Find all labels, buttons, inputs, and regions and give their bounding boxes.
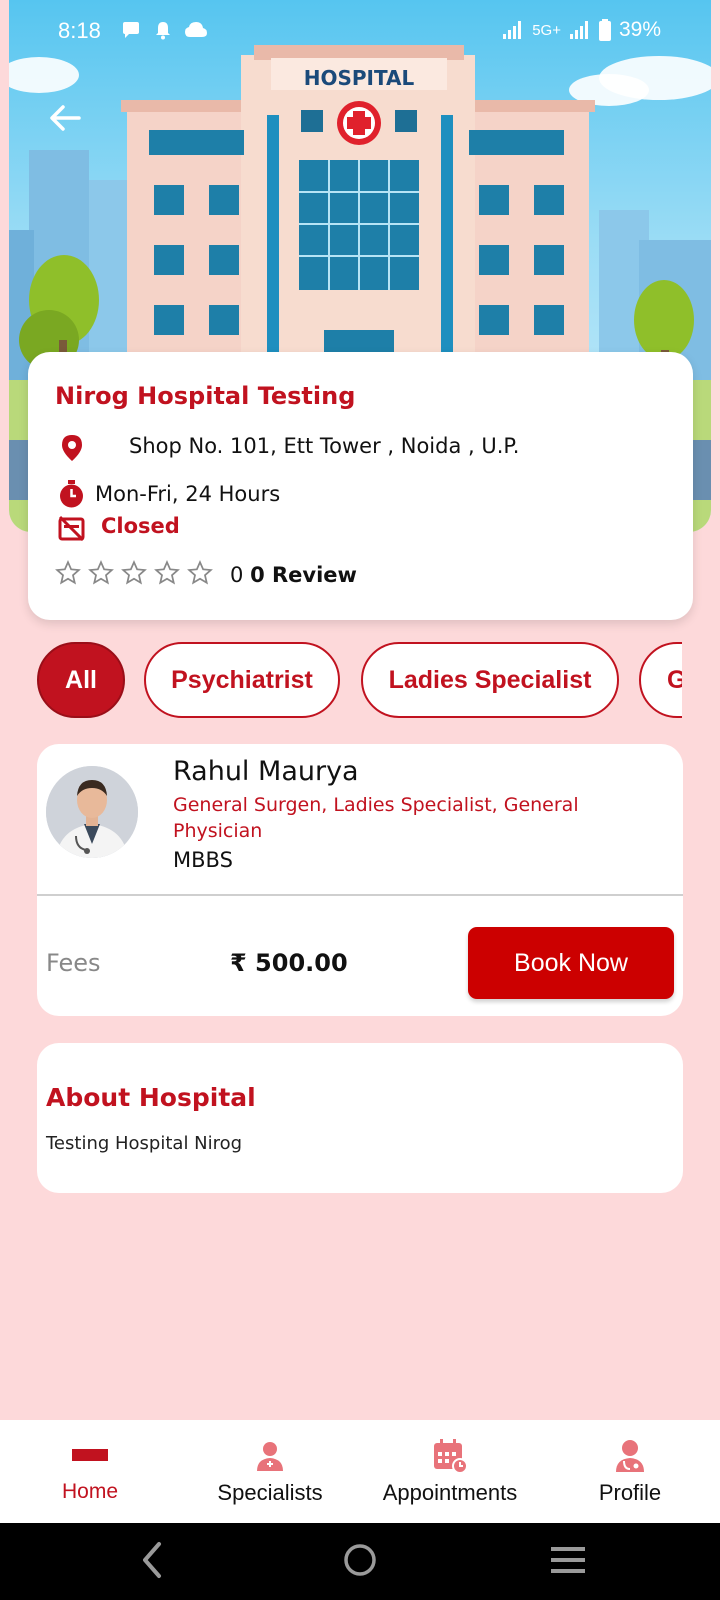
system-home-icon[interactable] <box>344 1544 376 1576</box>
network-type: 5G+ <box>532 21 561 39</box>
nav-profile[interactable]: Profile <box>540 1420 720 1523</box>
chip-ladies-specialist[interactable]: Ladies Specialist <box>361 642 619 718</box>
chip-psychiatrist[interactable]: Psychiatrist <box>144 642 340 718</box>
back-button[interactable] <box>45 98 85 138</box>
signal-icon-2 <box>569 21 588 39</box>
home-icon <box>72 1438 108 1474</box>
nav-specialists[interactable]: Specialists <box>180 1420 360 1523</box>
nav-home[interactable]: Home <box>0 1420 180 1523</box>
book-now-button[interactable]: Book Now <box>468 927 674 999</box>
hospital-info-card: Nirog Hospital Testing Shop No. 101, Ett… <box>28 352 693 620</box>
specialist-icon <box>254 1438 286 1474</box>
nav-appointments[interactable]: Appointments <box>360 1420 540 1523</box>
notification-icon <box>154 20 172 45</box>
doctor-degree: MBBS <box>173 848 233 872</box>
bottom-navigation: Home Specialists Appointments Profile <box>0 1420 720 1523</box>
system-navigation-bar <box>0 1523 720 1600</box>
hospital-hours: Mon-Fri, 24 Hours <box>95 482 281 506</box>
rating-stars <box>55 560 213 586</box>
fees-value: ₹ 500.00 <box>230 949 348 977</box>
nav-profile-label: Profile <box>598 1480 662 1505</box>
card-divider <box>37 894 683 896</box>
signal-icon <box>503 21 522 39</box>
doctor-card[interactable]: Rahul Maurya General Surgen, Ladies Spec… <box>37 744 683 1016</box>
star-empty-icon <box>154 560 180 585</box>
back-arrow-icon <box>50 105 81 131</box>
system-back-icon[interactable] <box>143 1542 161 1578</box>
about-title: About Hospital <box>46 1083 256 1112</box>
star-empty-icon <box>187 560 213 585</box>
location-pin-icon <box>61 434 83 466</box>
about-text: Testing Hospital Nirog <box>46 1133 243 1154</box>
hospital-name: Nirog Hospital Testing <box>55 382 356 410</box>
cloud-icon <box>184 20 208 44</box>
closed-store-icon <box>58 515 85 545</box>
about-hospital-card: About Hospital Testing Hospital Nirog <box>37 1043 683 1193</box>
doctor-avatar <box>46 766 138 858</box>
battery-icon <box>598 19 611 41</box>
star-empty-icon <box>55 560 81 585</box>
chip-all[interactable]: All <box>37 642 125 718</box>
hospital-status: Closed <box>101 514 180 538</box>
doctor-specialities: General Surgen, Ladies Specialist, Gener… <box>173 794 579 842</box>
star-empty-icon <box>88 560 114 585</box>
system-recents-icon[interactable] <box>551 1547 585 1573</box>
specialist-filter-chips: All Psychiatrist Ladies Specialist G <box>37 642 682 718</box>
rating-summary: 0 0 Review <box>230 563 357 587</box>
nav-appointments-label: Appointments <box>382 1480 518 1505</box>
rating-value: 0 <box>230 563 244 587</box>
battery-level: 39% <box>618 18 661 41</box>
review-count: 0 Review <box>250 563 357 587</box>
message-icon <box>121 20 141 45</box>
chip-partial[interactable]: G <box>639 642 682 718</box>
calendar-icon <box>432 1438 468 1474</box>
profile-icon <box>614 1438 646 1474</box>
stopwatch-icon <box>58 480 85 512</box>
status-bar: 8:18 5G+ 39% <box>9 12 711 48</box>
nav-home-label: Home <box>61 1480 119 1503</box>
hero-sign-text: HOSPITAL <box>304 66 415 90</box>
status-time: 8:18 <box>58 18 101 43</box>
hospital-address: Shop No. 101, Ett Tower , Noida , U.P. <box>129 434 520 458</box>
nav-specialists-label: Specialists <box>217 1480 323 1505</box>
fees-label: Fees <box>46 949 101 977</box>
doctor-name: Rahul Maurya <box>173 756 359 787</box>
star-empty-icon <box>121 560 147 585</box>
